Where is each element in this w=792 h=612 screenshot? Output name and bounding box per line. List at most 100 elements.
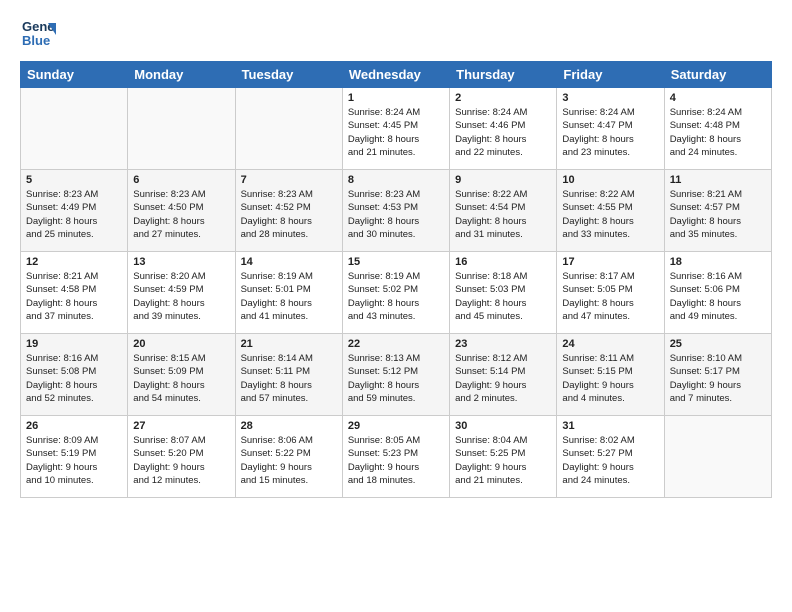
day-info: Sunrise: 8:24 AMSunset: 4:48 PMDaylight:…: [670, 106, 766, 159]
calendar-day-cell: 15Sunrise: 8:19 AMSunset: 5:02 PMDayligh…: [342, 252, 449, 334]
calendar-day-cell: 17Sunrise: 8:17 AMSunset: 5:05 PMDayligh…: [557, 252, 664, 334]
calendar-header: SundayMondayTuesdayWednesdayThursdayFrid…: [21, 62, 772, 88]
day-info: Sunrise: 8:11 AMSunset: 5:15 PMDaylight:…: [562, 352, 658, 405]
day-number: 10: [562, 174, 658, 186]
calendar-day-cell: 12 Sunrise: 8:21 AMSunset: 4:58 PMDayligh…: [21, 252, 128, 334]
day-info: Sunrise: 8:21 AMSunset: 4:58 PMDaylight:…: [26, 270, 122, 323]
calendar-day-cell: 21Sunrise: 8:14 AMSunset: 5:11 PMDayligh…: [235, 334, 342, 416]
calendar-day-cell: 13 Sunrise: 8:20 AMSunset: 4:59 PMDayligh…: [128, 252, 235, 334]
calendar-day-cell: 14 Sunrise: 8:19 AMSunset: 5:01 PMDayligh…: [235, 252, 342, 334]
calendar-day-cell: 31Sunrise: 8:02 AMSunset: 5:27 PMDayligh…: [557, 416, 664, 498]
day-info: Sunrise: 8:19 AMSunset: 5:01 PMDaylight:…: [241, 270, 337, 323]
calendar-day-cell: 29Sunrise: 8:05 AMSunset: 5:23 PMDayligh…: [342, 416, 449, 498]
calendar-day-cell: [21, 88, 128, 170]
day-number: 20: [133, 338, 229, 350]
day-info: Sunrise: 8:19 AMSunset: 5:02 PMDaylight:…: [348, 270, 444, 323]
weekday-header-saturday: Saturday: [664, 62, 771, 88]
weekday-header-sunday: Sunday: [21, 62, 128, 88]
day-number: 28: [241, 420, 337, 432]
day-number: 5: [26, 174, 122, 186]
calendar-day-cell: 27Sunrise: 8:07 AMSunset: 5:20 PMDayligh…: [128, 416, 235, 498]
day-number: 6: [133, 174, 229, 186]
weekday-header-tuesday: Tuesday: [235, 62, 342, 88]
day-number: 13: [133, 256, 229, 268]
day-number: 1: [348, 92, 444, 104]
day-number: 24: [562, 338, 658, 350]
day-number: 2: [455, 92, 551, 104]
day-number: 25: [670, 338, 766, 350]
day-number: 4: [670, 92, 766, 104]
weekday-header-thursday: Thursday: [450, 62, 557, 88]
weekday-header-monday: Monday: [128, 62, 235, 88]
page-container: General Blue SundayMondayTuesdayWednesda…: [0, 0, 792, 508]
day-info: Sunrise: 8:09 AMSunset: 5:19 PMDaylight:…: [26, 434, 122, 487]
day-info: Sunrise: 8:04 AMSunset: 5:25 PMDaylight:…: [455, 434, 551, 487]
day-number: 22: [348, 338, 444, 350]
day-info: Sunrise: 8:23 AMSunset: 4:53 PMDaylight:…: [348, 188, 444, 241]
day-info: Sunrise: 8:20 AMSunset: 4:59 PMDaylight:…: [133, 270, 229, 323]
day-number: 29: [348, 420, 444, 432]
weekday-header-row: SundayMondayTuesdayWednesdayThursdayFrid…: [21, 62, 772, 88]
page-header: General Blue: [20, 15, 772, 51]
day-info: Sunrise: 8:18 AMSunset: 5:03 PMDaylight:…: [455, 270, 551, 323]
calendar-day-cell: 4 Sunrise: 8:24 AMSunset: 4:48 PMDaylight…: [664, 88, 771, 170]
calendar-week-row: 12 Sunrise: 8:21 AMSunset: 4:58 PMDayligh…: [21, 252, 772, 334]
day-info: Sunrise: 8:23 AMSunset: 4:50 PMDaylight:…: [133, 188, 229, 241]
day-info: Sunrise: 8:24 AMSunset: 4:47 PMDaylight:…: [562, 106, 658, 159]
day-info: Sunrise: 8:24 AMSunset: 4:46 PMDaylight:…: [455, 106, 551, 159]
svg-text:Blue: Blue: [22, 33, 50, 48]
day-number: 12: [26, 256, 122, 268]
calendar-day-cell: 7 Sunrise: 8:23 AMSunset: 4:52 PMDaylight…: [235, 170, 342, 252]
day-info: Sunrise: 8:23 AMSunset: 4:52 PMDaylight:…: [241, 188, 337, 241]
calendar-day-cell: 2 Sunrise: 8:24 AMSunset: 4:46 PMDaylight…: [450, 88, 557, 170]
day-number: 3: [562, 92, 658, 104]
day-info: Sunrise: 8:13 AMSunset: 5:12 PMDaylight:…: [348, 352, 444, 405]
weekday-header-friday: Friday: [557, 62, 664, 88]
calendar-day-cell: 10 Sunrise: 8:22 AMSunset: 4:55 PMDayligh…: [557, 170, 664, 252]
day-info: Sunrise: 8:21 AMSunset: 4:57 PMDaylight:…: [670, 188, 766, 241]
day-info: Sunrise: 8:10 AMSunset: 5:17 PMDaylight:…: [670, 352, 766, 405]
calendar-day-cell: 18 Sunrise: 8:16 AMSunset: 5:06 PMDayligh…: [664, 252, 771, 334]
day-info: Sunrise: 8:16 AMSunset: 5:06 PMDaylight:…: [670, 270, 766, 323]
calendar-day-cell: 28 Sunrise: 8:06 AMSunset: 5:22 PMDayligh…: [235, 416, 342, 498]
day-info: Sunrise: 8:22 AMSunset: 4:55 PMDaylight:…: [562, 188, 658, 241]
calendar-day-cell: 3 Sunrise: 8:24 AMSunset: 4:47 PMDaylight…: [557, 88, 664, 170]
calendar-table: SundayMondayTuesdayWednesdayThursdayFrid…: [20, 61, 772, 498]
day-number: 16: [455, 256, 551, 268]
calendar-day-cell: 8 Sunrise: 8:23 AMSunset: 4:53 PMDaylight…: [342, 170, 449, 252]
logo: General Blue: [20, 15, 60, 51]
day-info: Sunrise: 8:12 AMSunset: 5:14 PMDaylight:…: [455, 352, 551, 405]
day-number: 7: [241, 174, 337, 186]
calendar-week-row: 19Sunrise: 8:16 AMSunset: 5:08 PMDayligh…: [21, 334, 772, 416]
calendar-week-row: 26 Sunrise: 8:09 AMSunset: 5:19 PMDayligh…: [21, 416, 772, 498]
day-number: 9: [455, 174, 551, 186]
day-number: 14: [241, 256, 337, 268]
calendar-body: 1 Sunrise: 8:24 AMSunset: 4:45 PMDaylight…: [21, 88, 772, 498]
calendar-day-cell: 22 Sunrise: 8:13 AMSunset: 5:12 PMDayligh…: [342, 334, 449, 416]
calendar-week-row: 5Sunrise: 8:23 AMSunset: 4:49 PMDaylight…: [21, 170, 772, 252]
day-number: 26: [26, 420, 122, 432]
weekday-header-wednesday: Wednesday: [342, 62, 449, 88]
calendar-week-row: 1 Sunrise: 8:24 AMSunset: 4:45 PMDaylight…: [21, 88, 772, 170]
calendar-day-cell: [664, 416, 771, 498]
calendar-day-cell: 24 Sunrise: 8:11 AMSunset: 5:15 PMDayligh…: [557, 334, 664, 416]
day-info: Sunrise: 8:22 AMSunset: 4:54 PMDaylight:…: [455, 188, 551, 241]
calendar-day-cell: 20 Sunrise: 8:15 AMSunset: 5:09 PMDayligh…: [128, 334, 235, 416]
day-number: 18: [670, 256, 766, 268]
calendar-day-cell: 26 Sunrise: 8:09 AMSunset: 5:19 PMDayligh…: [21, 416, 128, 498]
calendar-day-cell: 9 Sunrise: 8:22 AMSunset: 4:54 PMDaylight…: [450, 170, 557, 252]
calendar-day-cell: 5Sunrise: 8:23 AMSunset: 4:49 PMDaylight…: [21, 170, 128, 252]
calendar-day-cell: 30Sunrise: 8:04 AMSunset: 5:25 PMDayligh…: [450, 416, 557, 498]
calendar-day-cell: 23Sunrise: 8:12 AMSunset: 5:14 PMDayligh…: [450, 334, 557, 416]
day-info: Sunrise: 8:17 AMSunset: 5:05 PMDaylight:…: [562, 270, 658, 323]
calendar-day-cell: 1 Sunrise: 8:24 AMSunset: 4:45 PMDaylight…: [342, 88, 449, 170]
logo-icon: General Blue: [20, 15, 56, 51]
day-info: Sunrise: 8:24 AMSunset: 4:45 PMDaylight:…: [348, 106, 444, 159]
day-number: 8: [348, 174, 444, 186]
calendar-day-cell: 6 Sunrise: 8:23 AMSunset: 4:50 PMDaylight…: [128, 170, 235, 252]
day-info: Sunrise: 8:15 AMSunset: 5:09 PMDaylight:…: [133, 352, 229, 405]
day-info: Sunrise: 8:06 AMSunset: 5:22 PMDaylight:…: [241, 434, 337, 487]
day-info: Sunrise: 8:02 AMSunset: 5:27 PMDaylight:…: [562, 434, 658, 487]
calendar-day-cell: 19Sunrise: 8:16 AMSunset: 5:08 PMDayligh…: [21, 334, 128, 416]
day-info: Sunrise: 8:16 AMSunset: 5:08 PMDaylight:…: [26, 352, 122, 405]
